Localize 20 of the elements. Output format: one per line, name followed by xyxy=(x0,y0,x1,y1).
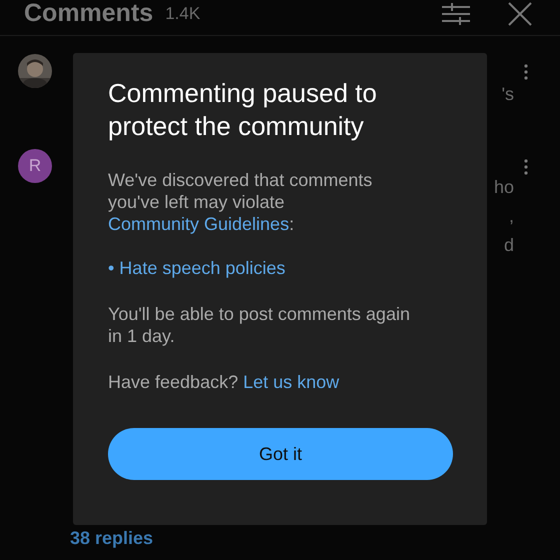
got-it-button[interactable]: Got it xyxy=(108,428,453,480)
close-icon[interactable] xyxy=(508,2,532,26)
comment-count: 1.4K xyxy=(165,2,200,25)
more-icon[interactable] xyxy=(524,64,528,80)
dialog-title: Commenting paused to protect the community xyxy=(108,77,378,143)
header-title: Comments xyxy=(24,0,154,29)
more-icon[interactable] xyxy=(524,159,528,175)
comment-text: , xyxy=(508,205,514,228)
filter-icon[interactable] xyxy=(442,2,470,24)
policy-link[interactable]: • Hate speech policies xyxy=(108,257,286,279)
feedback-text: Have feedback? Let us know xyxy=(108,371,340,393)
replies-link[interactable]: 38 replies xyxy=(70,528,154,548)
feedback-link[interactable]: Let us know xyxy=(243,372,340,392)
comment-text: ho xyxy=(494,176,514,199)
dialog-notice: You'll be able to post comments again in 1 day. xyxy=(108,303,411,347)
comment-text: d xyxy=(504,234,514,257)
guidelines-link[interactable]: Community Guidelines xyxy=(108,214,290,234)
dialog-message: We've discovered that comments you've left may violate Community Guidelines: xyxy=(108,169,374,235)
comment-text: 's xyxy=(502,83,514,106)
avatar: R xyxy=(18,149,52,183)
